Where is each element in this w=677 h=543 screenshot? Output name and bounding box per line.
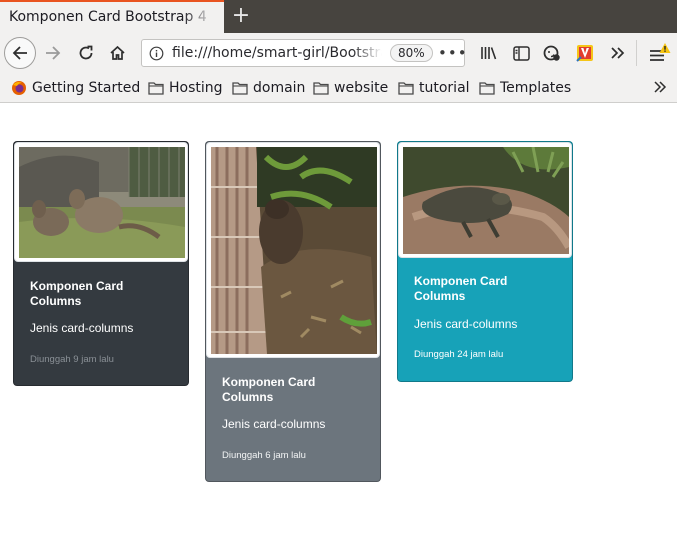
card-text: Jenis card-columns (414, 317, 518, 331)
card-image (206, 142, 380, 358)
forward-button[interactable] (38, 38, 68, 68)
bookmark-label: Hosting (169, 80, 223, 96)
reload-icon (79, 45, 93, 60)
info-icon[interactable] (149, 46, 164, 61)
card-info: Komponen Card Columns Jenis card-columns… (397, 141, 573, 382)
bookmark-label: Templates (500, 80, 572, 96)
v-extension-icon (576, 45, 593, 62)
reload-button[interactable] (71, 38, 101, 68)
card-dark: Komponen Card Columns Jenis card-columns… (13, 141, 189, 386)
card-title: Komponen Card Columns (30, 279, 124, 308)
library-button[interactable] (474, 38, 504, 68)
firefox-icon (12, 81, 26, 95)
extension-smiley-icon (543, 45, 560, 61)
zoom-indicator[interactable]: 80% (390, 44, 433, 62)
bookmark-folder-tutorial[interactable]: tutorial (398, 79, 470, 97)
bookmark-folder-website[interactable]: website (313, 79, 388, 97)
folder-icon (148, 82, 164, 95)
back-button[interactable] (4, 37, 36, 69)
sidebar-button[interactable] (506, 38, 536, 68)
bookmark-label: Getting Started (32, 80, 141, 96)
toolbar-separator (636, 40, 637, 66)
card-image (14, 142, 188, 262)
library-icon (481, 47, 497, 60)
extension-button[interactable] (537, 38, 567, 68)
app-menu-button[interactable] (644, 38, 674, 68)
double-chevron-icon (611, 47, 625, 59)
folder-icon (479, 82, 495, 95)
navigation-toolbar: file:///home/smart-girl/Bootstrap 80% ••… (0, 33, 677, 73)
page-content: Komponen Card Columns Jenis card-columns… (0, 103, 677, 543)
wallaby-photo (19, 147, 185, 258)
folder-icon (232, 82, 248, 95)
bookmarks-overflow-button[interactable] (653, 77, 667, 98)
card-text: Jenis card-columns (222, 417, 326, 431)
card-title: Komponen Card Columns (222, 375, 316, 404)
card-timestamp: Diunggah 9 jam lalu (30, 354, 114, 365)
bookmark-label: domain (253, 80, 306, 96)
card-image (398, 142, 572, 258)
url-text[interactable]: file:///home/smart-girl/Bootstrap (172, 45, 382, 61)
bookmark-folder-templates[interactable]: Templates (479, 79, 571, 97)
bookmark-folder-domain[interactable]: domain (232, 79, 305, 97)
double-chevron-icon (654, 81, 667, 93)
page-actions-icon[interactable]: ••• (438, 44, 468, 62)
hamburger-menu-icon (650, 43, 671, 61)
back-arrow-icon (12, 46, 27, 60)
card-secondary: Komponen Card Columns Jenis card-columns… (205, 141, 381, 482)
komodo-dragon-photo (403, 147, 569, 254)
card-title: Komponen Card Columns (414, 274, 508, 303)
folder-icon (398, 82, 414, 95)
active-tab[interactable]: Komponen Card Bootstrap 4 (0, 0, 224, 33)
bookmark-folder-hosting[interactable]: Hosting (148, 79, 223, 97)
home-icon (109, 45, 125, 60)
card-timestamp: Diunggah 6 jam lalu (222, 450, 306, 461)
new-tab-button[interactable]: + (230, 5, 252, 27)
card-timestamp: Diunggah 24 jam lalu (414, 349, 504, 360)
bookmark-label: website (334, 80, 389, 96)
tab-bar: Komponen Card Bootstrap 4 + (0, 0, 677, 33)
tab-title: Komponen Card Bootstrap 4 (9, 9, 207, 25)
forward-arrow-icon (46, 46, 61, 60)
wombat-photo (211, 147, 377, 354)
url-bar[interactable]: file:///home/smart-girl/Bootstrap 80% ••… (141, 39, 468, 67)
bookmark-getting-started[interactable]: Getting Started (11, 79, 140, 97)
home-button[interactable] (102, 38, 132, 68)
folder-icon (313, 82, 329, 95)
card-text: Jenis card-columns (30, 321, 134, 335)
bookmarks-toolbar: Getting Started Hosting domain website t… (0, 73, 677, 103)
v-extension-button[interactable] (570, 38, 600, 68)
bookmark-label: tutorial (419, 80, 470, 96)
overflow-menu-button[interactable] (602, 38, 632, 68)
sidebar-icon (512, 45, 530, 61)
